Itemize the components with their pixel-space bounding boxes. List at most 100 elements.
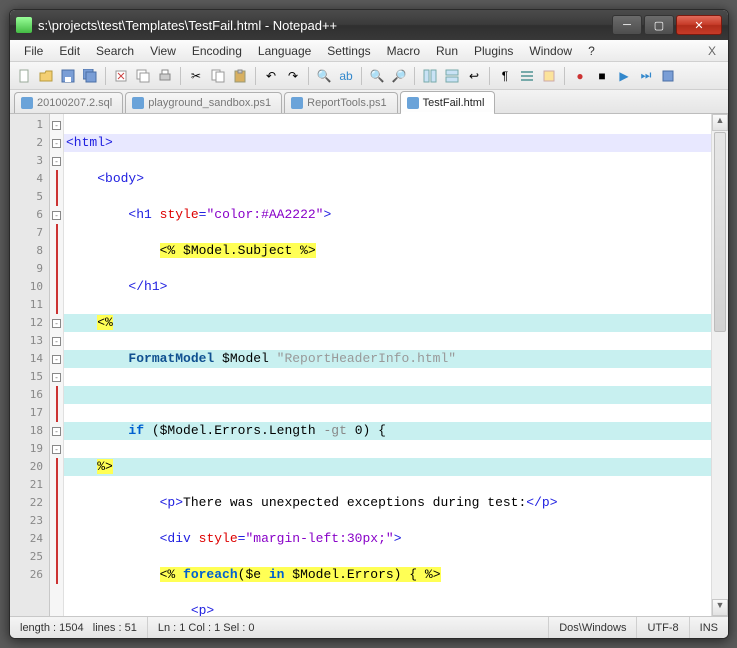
- indent-guide-icon[interactable]: [517, 66, 537, 86]
- scrollbar-thumb[interactable]: [714, 132, 726, 332]
- scroll-down-icon[interactable]: ▼: [712, 599, 728, 616]
- record-macro-icon[interactable]: ●: [570, 66, 590, 86]
- tab-sql[interactable]: 20100207.2.sql: [14, 92, 123, 113]
- minimize-button[interactable]: ─: [612, 15, 642, 35]
- titlebar[interactable]: s:\projects\test\Templates\TestFail.html…: [10, 10, 728, 40]
- user-lang-icon[interactable]: [539, 66, 559, 86]
- code-text: >: [394, 531, 402, 546]
- replace-icon[interactable]: ab: [336, 66, 356, 86]
- code-text: </p>: [526, 495, 557, 510]
- statusbar: length : 1504 lines : 51 Ln : 1 Col : 1 …: [10, 616, 728, 638]
- tab-reporttools[interactable]: ReportTools.ps1: [284, 92, 398, 113]
- stop-macro-icon[interactable]: ■: [592, 66, 612, 86]
- menu-macro[interactable]: Macro: [379, 42, 428, 60]
- open-file-icon[interactable]: [36, 66, 56, 86]
- zoom-out-icon[interactable]: 🔎: [389, 66, 409, 86]
- toolbar-separator: [489, 67, 490, 85]
- menu-edit[interactable]: Edit: [51, 42, 88, 60]
- editor[interactable]: 1234567891011121314151617181920212223242…: [10, 114, 728, 616]
- file-icon: [291, 97, 303, 109]
- menu-file[interactable]: File: [16, 42, 51, 60]
- code-text: style: [199, 531, 238, 546]
- code-text: -gt: [323, 423, 354, 438]
- menu-language[interactable]: Language: [250, 42, 319, 60]
- menu-encoding[interactable]: Encoding: [184, 42, 250, 60]
- code-text: %>: [97, 459, 113, 474]
- scroll-up-icon[interactable]: ▲: [712, 114, 728, 131]
- sync-h-icon[interactable]: [442, 66, 462, 86]
- code-text: $Model.Subject: [183, 243, 292, 258]
- code-text: "color:#AA2222": [206, 207, 323, 222]
- app-window: s:\projects\test\Templates\TestFail.html…: [9, 9, 729, 639]
- paste-icon[interactable]: [230, 66, 250, 86]
- menu-plugins[interactable]: Plugins: [466, 42, 521, 60]
- tab-label: 20100207.2.sql: [37, 97, 112, 109]
- new-file-icon[interactable]: [14, 66, 34, 86]
- zoom-in-icon[interactable]: 🔍: [367, 66, 387, 86]
- code-text: <html>: [66, 135, 113, 150]
- find-icon[interactable]: 🔍: [314, 66, 334, 86]
- show-all-chars-icon[interactable]: ¶: [495, 66, 515, 86]
- code-text: <body>: [97, 171, 144, 186]
- toolbar: ✂ ↶ ↷ 🔍 ab 🔍 🔎 ↩ ¶ ● ■ ▶ ⏭: [10, 62, 728, 90]
- code-text: $Model.Errors) {: [292, 567, 425, 582]
- tab-playground[interactable]: playground_sandbox.ps1: [125, 92, 282, 113]
- status-position: Ln : 1 Col : 1 Sel : 0: [148, 617, 549, 638]
- line-number-gutter: 1234567891011121314151617181920212223242…: [10, 114, 50, 616]
- menubar-close-doc[interactable]: X: [702, 44, 722, 58]
- toolbar-separator: [255, 67, 256, 85]
- cut-icon[interactable]: ✂: [186, 66, 206, 86]
- status-length: length : 1504 lines : 51: [10, 617, 148, 638]
- toolbar-separator: [105, 67, 106, 85]
- close-button[interactable]: ✕: [676, 15, 722, 35]
- menu-help[interactable]: ?: [580, 42, 603, 60]
- menu-view[interactable]: View: [142, 42, 184, 60]
- copy-icon[interactable]: [208, 66, 228, 86]
- code-text: %>: [292, 243, 315, 258]
- tab-label: ReportTools.ps1: [307, 97, 387, 109]
- close-all-icon[interactable]: [133, 66, 153, 86]
- close-file-icon[interactable]: [111, 66, 131, 86]
- code-view[interactable]: <html> <body> <h1 style="color:#AA2222">…: [64, 114, 711, 616]
- menu-search[interactable]: Search: [88, 42, 142, 60]
- code-text: </h1>: [128, 279, 167, 294]
- save-macro-icon[interactable]: [658, 66, 678, 86]
- window-title: s:\projects\test\Templates\TestFail.html…: [38, 18, 612, 33]
- code-text: <h1: [128, 207, 159, 222]
- file-icon: [407, 97, 419, 109]
- vertical-scrollbar[interactable]: ▲ ▼: [711, 114, 728, 616]
- toolbar-separator: [361, 67, 362, 85]
- play-macro-icon[interactable]: ▶: [614, 66, 634, 86]
- redo-icon[interactable]: ↷: [283, 66, 303, 86]
- file-icon: [21, 97, 33, 109]
- code-text: %>: [425, 567, 441, 582]
- status-eol: Dos\Windows: [549, 617, 637, 638]
- maximize-button[interactable]: ▢: [644, 15, 674, 35]
- code-text: foreach: [183, 567, 238, 582]
- wrap-icon[interactable]: ↩: [464, 66, 484, 86]
- code-text: $Model: [222, 351, 277, 366]
- menu-settings[interactable]: Settings: [319, 42, 378, 60]
- undo-icon[interactable]: ↶: [261, 66, 281, 86]
- status-encoding: UTF-8: [637, 617, 689, 638]
- play-multi-icon[interactable]: ⏭: [636, 66, 656, 86]
- code-text: <p>: [160, 495, 183, 510]
- fold-column[interactable]: ----------: [50, 114, 64, 616]
- code-text: if: [128, 423, 151, 438]
- save-icon[interactable]: [58, 66, 78, 86]
- code-text: style: [160, 207, 199, 222]
- code-text: <%: [160, 567, 183, 582]
- save-all-icon[interactable]: [80, 66, 100, 86]
- tab-testfail[interactable]: TestFail.html: [400, 91, 496, 113]
- code-text: ($Model.Errors.Length: [152, 423, 324, 438]
- code-text: 0) {: [355, 423, 386, 438]
- code-text: "ReportHeaderInfo.html": [277, 351, 456, 366]
- code-text: <%: [97, 315, 113, 330]
- code-text: FormatModel: [128, 351, 222, 366]
- sync-v-icon[interactable]: [420, 66, 440, 86]
- menu-window[interactable]: Window: [521, 42, 580, 60]
- print-icon[interactable]: [155, 66, 175, 86]
- menu-run[interactable]: Run: [428, 42, 466, 60]
- code-text: "margin-left:30px;": [245, 531, 393, 546]
- tab-label: TestFail.html: [423, 97, 485, 109]
